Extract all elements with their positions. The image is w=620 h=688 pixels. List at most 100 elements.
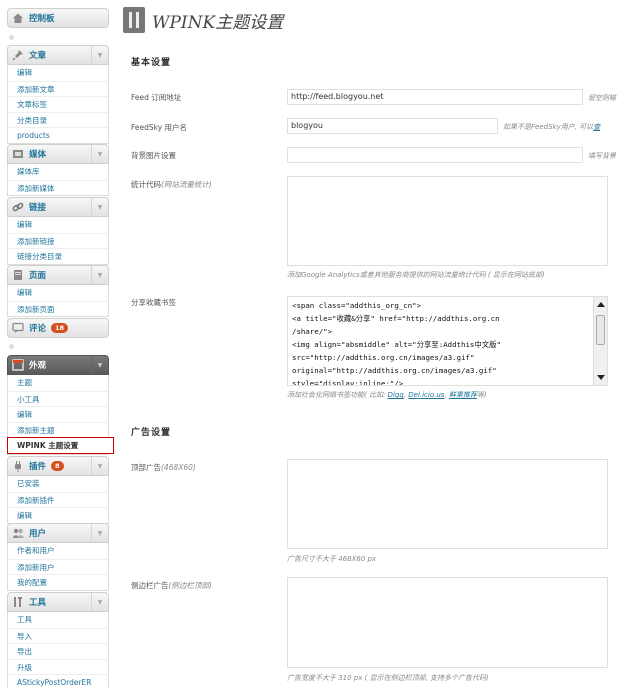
submenu-item[interactable]: 编辑 [8, 217, 108, 233]
comment-count-badge: 18 [51, 323, 69, 333]
feed-url-input[interactable]: http://feed.blogyou.net [287, 89, 583, 105]
menu-links-head[interactable]: 链接 ▼ [7, 197, 109, 217]
share-help-text: 添加社会化网络书签功能( 比如: [287, 391, 388, 399]
menu-appearance: 外观 ▼ 主题 小工具 编辑 添加新主题 WPINK 主题设置 [7, 355, 114, 455]
chevron-down-icon[interactable]: ▼ [91, 524, 108, 542]
feed-label: Feed 订阅地址 [131, 93, 182, 102]
top-ad-label-note: (468X60) [161, 463, 196, 472]
menu-posts-head[interactable]: 文章 ▼ [7, 45, 109, 65]
submenu-item[interactable]: 作者和用户 [8, 543, 108, 559]
submenu-tools: 工具 导入 导出 升级 AStickyPostOrderER [7, 612, 109, 688]
menu-dashboard-head[interactable]: 控制板 [7, 8, 109, 28]
plug-icon [12, 460, 24, 472]
scroll-down-arrow-icon[interactable] [597, 375, 605, 380]
submenu-item[interactable]: 添加新文章 [8, 80, 108, 97]
stats-code-help: 添加Google Analytics或者其他服务商提供的网站流量统计代码 ( 显… [287, 271, 545, 279]
menu-comments-label: 评论 [29, 324, 47, 334]
submenu-item[interactable]: 添加新插件 [8, 491, 108, 508]
chevron-down-icon[interactable]: ▼ [91, 266, 108, 284]
share-code-textarea[interactable]: <span class="addthis_org_cn"> <a title="… [287, 296, 608, 386]
separator [9, 35, 14, 40]
chain-link-icon [12, 201, 24, 213]
menu-pages-head[interactable]: 页面 ▼ [7, 265, 109, 285]
submenu-item[interactable]: 导入 [8, 627, 108, 644]
speech-bubble-icon [12, 322, 24, 334]
menu-posts: 文章 ▼ 编辑 添加新文章 文章标签 分类目录 products [7, 45, 109, 144]
share-help-link-xianguo[interactable]: 鲜果推荐 [449, 391, 477, 399]
submenu-item[interactable]: 工具 [8, 612, 108, 628]
menu-media-head[interactable]: 媒体 ▼ [7, 144, 109, 164]
feedsky-help: 如果不是FeedSky用户, 可以查 [503, 122, 620, 132]
submenu-item[interactable]: 编辑 [8, 285, 108, 301]
submenu-item[interactable]: 添加新用户 [8, 558, 108, 575]
menu-appearance-label: 外观 [29, 361, 47, 371]
menu-dashboard-label: 控制板 [29, 14, 55, 24]
menu-dashboard[interactable]: 控制板 [7, 8, 109, 28]
submenu-item[interactable]: AStickyPostOrderER [8, 674, 108, 688]
submenu-item-wpink-settings[interactable]: WPINK 主题设置 [7, 437, 114, 454]
submenu-item[interactable]: 编辑 [8, 65, 108, 81]
feedsky-help-text: 如果不是FeedSky用户, 可以 [503, 123, 594, 131]
sidebar-ad-textarea[interactable] [287, 577, 608, 668]
stats-code-label-text: 统计代码 [131, 180, 161, 189]
menu-users-label: 用户 [29, 529, 47, 539]
submenu-item[interactable]: 添加新链接 [8, 232, 108, 249]
submenu-item[interactable]: 添加新媒体 [8, 179, 108, 196]
stats-code-label-note: (网站流量统计) [161, 180, 212, 189]
submenu-item[interactable]: 主题 [8, 375, 108, 391]
chevron-down-icon[interactable]: ▼ [91, 457, 108, 475]
chevron-down-icon[interactable]: ▼ [91, 356, 108, 374]
submenu-item[interactable]: 编辑 [8, 406, 108, 422]
top-ad-label: 顶部广告(468X60) [131, 462, 196, 473]
chevron-down-icon[interactable]: ▼ [91, 46, 108, 64]
menu-appearance-head[interactable]: 外观 ▼ [7, 355, 109, 375]
menu-plugins-head[interactable]: 插件 8 ▼ [7, 456, 109, 476]
submenu-item[interactable]: 编辑 [8, 507, 108, 523]
stats-code-textarea[interactable] [287, 176, 608, 266]
feedsky-help-link[interactable]: 查 [593, 123, 600, 131]
submenu-item[interactable]: 升级 [8, 658, 108, 675]
top-ad-textarea[interactable] [287, 459, 608, 549]
submenu-item[interactable]: 我的配置 [8, 574, 108, 590]
submenu-item[interactable]: 小工具 [8, 390, 108, 407]
feedsky-label: FeedSky 用户名 [131, 123, 188, 132]
menu-pages-label: 页面 [29, 271, 47, 281]
submenu-item[interactable]: 文章标签 [8, 96, 108, 112]
submenu-item[interactable]: 链接分类目录 [8, 248, 108, 264]
submenu-item[interactable]: 媒体库 [8, 164, 108, 180]
chevron-down-icon[interactable]: ▼ [91, 198, 108, 216]
sidebar-ad-label-text: 侧边栏广告 [131, 581, 169, 590]
share-help-link-delicious[interactable]: Del.icio.us [408, 391, 444, 399]
submenu-appearance: 主题 小工具 编辑 添加新主题 WPINK 主题设置 [7, 375, 114, 455]
submenu-item[interactable]: 添加新主题 [8, 421, 108, 438]
menu-tools-head[interactable]: 工具 ▼ [7, 592, 109, 612]
menu-users-head[interactable]: 用户 ▼ [7, 523, 109, 543]
chevron-down-icon[interactable]: ▼ [91, 593, 108, 611]
submenu-pages: 编辑 添加新页面 [7, 285, 109, 317]
submenu-item[interactable]: 已安装 [8, 476, 108, 492]
chevron-down-icon[interactable]: ▼ [91, 145, 108, 163]
textarea-scrollbar[interactable] [593, 297, 607, 385]
background-help: 填写背景 [588, 152, 616, 160]
section-heading-basic: 基本设置 [131, 58, 172, 68]
page-icon [12, 269, 24, 281]
media-icon [12, 148, 24, 160]
share-help-link-digg[interactable]: Digg [388, 391, 404, 399]
submenu-media: 媒体库 添加新媒体 [7, 164, 109, 196]
scroll-up-arrow-icon[interactable] [597, 302, 605, 307]
submenu-item[interactable]: 导出 [8, 643, 108, 659]
menu-comments[interactable]: 评论 18 [7, 318, 109, 338]
submenu-plugins: 已安装 添加新插件 编辑 [7, 476, 109, 524]
submenu-item[interactable]: products [8, 127, 108, 143]
background-image-input[interactable] [287, 147, 583, 163]
separator [9, 344, 14, 349]
menu-links-label: 链接 [29, 203, 47, 213]
submenu-item[interactable]: 分类目录 [8, 111, 108, 128]
menu-comments-head[interactable]: 评论 18 [7, 318, 109, 338]
menu-plugins: 插件 8 ▼ 已安装 添加新插件 编辑 [7, 456, 109, 524]
scroll-thumb[interactable] [596, 315, 605, 345]
feedsky-username-input[interactable]: blogyou [287, 118, 498, 134]
submenu-item[interactable]: 添加新页面 [8, 300, 108, 317]
appearance-icon [12, 359, 24, 371]
menu-pages: 页面 ▼ 编辑 添加新页面 [7, 265, 109, 317]
